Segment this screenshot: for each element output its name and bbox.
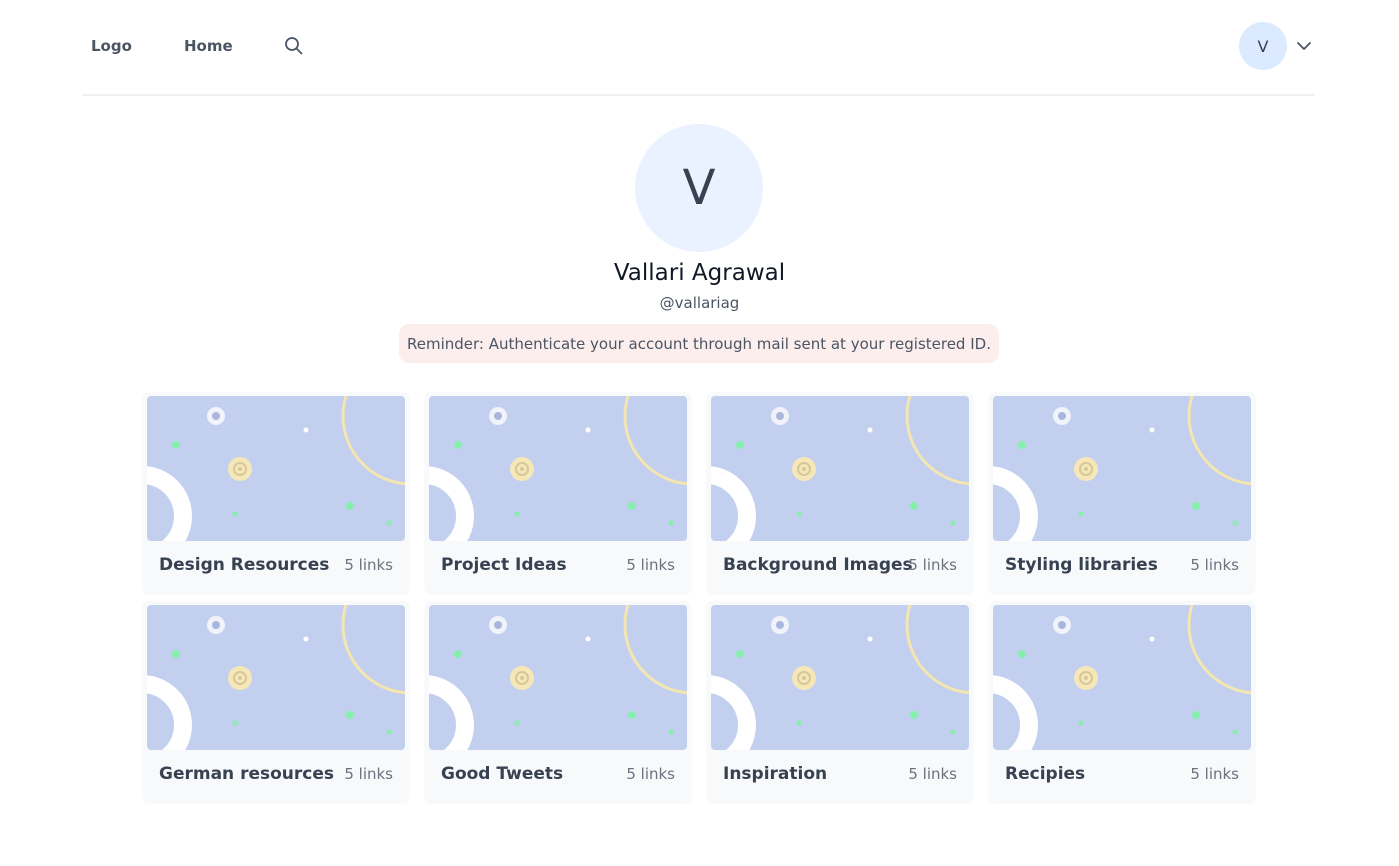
collection-link-count: 5 links xyxy=(908,765,957,783)
collection-thumbnail xyxy=(147,396,405,541)
profile-avatar: V xyxy=(635,124,763,252)
collection-card[interactable]: Recipies 5 links xyxy=(989,601,1255,802)
collection-link-count: 5 links xyxy=(344,556,393,574)
top-navbar: Logo Home V xyxy=(83,0,1315,96)
profile-name: Vallari Agrawal xyxy=(613,260,786,286)
collection-title: Styling libraries xyxy=(1005,555,1158,575)
collection-card[interactable]: Good Tweets 5 links xyxy=(425,601,691,802)
collection-thumbnail xyxy=(993,605,1251,750)
collection-thumbnail xyxy=(711,605,969,750)
collection-link-count: 5 links xyxy=(1190,556,1239,574)
collection-card[interactable]: Project Ideas 5 links xyxy=(425,392,691,593)
collection-thumbnail xyxy=(147,605,405,750)
collection-title: Project Ideas xyxy=(441,555,567,575)
collection-card[interactable]: Styling libraries 5 links xyxy=(989,392,1255,593)
collection-thumbnail xyxy=(711,396,969,541)
collection-link-count: 5 links xyxy=(1190,765,1239,783)
profile-handle: @vallariag xyxy=(659,294,740,312)
collection-link-count: 5 links xyxy=(908,556,957,574)
collection-title: Design Resources xyxy=(159,555,330,575)
logo-link[interactable]: Logo xyxy=(91,37,132,55)
collection-card[interactable]: German resources 5 links xyxy=(143,601,409,802)
reminder-banner: Reminder: Authenticate your account thro… xyxy=(399,324,999,363)
collection-title: Recipies xyxy=(1005,764,1086,784)
collection-link-count: 5 links xyxy=(626,765,675,783)
collection-card[interactable]: Background Images 5 links xyxy=(707,392,973,593)
collection-card[interactable]: Design Resources 5 links xyxy=(143,392,409,593)
collection-thumbnail xyxy=(429,396,687,541)
collection-card[interactable]: Inspiration 5 links xyxy=(707,601,973,802)
collection-title: Inspiration xyxy=(723,764,828,784)
collection-title: German resources xyxy=(159,764,334,784)
collection-thumbnail xyxy=(993,396,1251,541)
chevron-down-icon[interactable] xyxy=(1296,38,1312,54)
user-avatar-button[interactable]: V xyxy=(1239,22,1287,70)
search-icon[interactable] xyxy=(284,36,304,56)
collection-title: Background Images xyxy=(723,555,913,575)
collection-link-count: 5 links xyxy=(344,765,393,783)
home-link[interactable]: Home xyxy=(184,37,233,55)
collection-title: Good Tweets xyxy=(441,764,564,784)
collection-link-count: 5 links xyxy=(626,556,675,574)
collection-thumbnail xyxy=(429,605,687,750)
